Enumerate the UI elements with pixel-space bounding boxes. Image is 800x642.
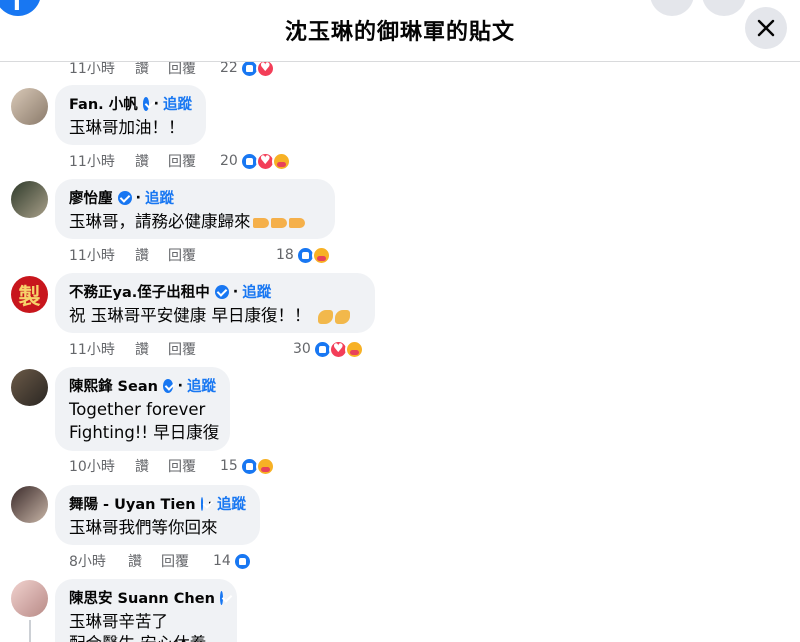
comment-meta: 11小時 讚 回覆 30 [69,339,364,359]
commenter-name[interactable]: 舞陽 - Uyan Tien [69,493,196,514]
reactions[interactable] [312,339,364,359]
comment-text: Fighting!! 早日康復 [69,423,220,442]
flexed-biceps-emoji-icon [334,309,350,324]
like-link[interactable]: 讚 [135,151,168,171]
reply-link[interactable]: 回覆 [168,456,220,476]
close-button[interactable] [745,7,787,49]
post-title: 沈玉琳的御琳軍的貼文 [284,20,515,45]
reply-link[interactable]: 回覆 [161,551,213,571]
comment-bubble: 廖怡塵 · 追蹤 玉琳哥，請務必健康歸來 [55,179,335,239]
reply-thread-line [29,620,31,642]
follow-link[interactable]: 追蹤 [145,187,174,208]
reaction-count[interactable]: 18 [276,247,294,263]
flexed-biceps-emoji-icon [317,309,333,324]
commenter-name[interactable]: 陳熙鋒 Sean [69,375,158,396]
comment-time[interactable]: 11小時 [69,245,135,265]
comment-text: 玉琳哥，請務必健康歸來 [69,211,321,233]
reaction-count[interactable]: 14 [213,553,231,569]
comment-meta: 8小時 讚 回覆 14 [69,551,252,571]
comment-bubble: 陳熙鋒 Sean · 追蹤 Together forever Fighting!… [55,367,230,451]
comment-meta: 11小時 讚 回覆 20 [69,151,291,171]
reactions[interactable] [295,245,331,265]
comment-bubble: 不務正ya.侄子出租中 · 追蹤 祝 玉琳哥平安健康 早日康復！！ [55,273,375,333]
avatar[interactable]: 製 [11,276,48,313]
like-link[interactable]: 讚 [135,339,168,359]
reaction-count[interactable]: 20 [220,153,238,169]
comment-text: 玉琳哥辛苦了 [69,612,168,631]
like-link[interactable]: 讚 [135,245,168,265]
like-reaction-icon [232,551,252,571]
care-reaction-icon [271,151,291,171]
follow-link[interactable]: 追蹤 [242,281,271,302]
pointing-hand-emoji-icon [288,217,305,228]
comment-meta: 10小時 讚 回覆 15 [69,456,275,476]
commenter-name[interactable]: Fan. 小帆 [69,93,138,114]
reply-link[interactable]: 回覆 [168,339,220,359]
commenter-name[interactable]: 不務正ya.侄子出租中 [69,281,210,302]
reaction-count[interactable]: 22 [220,60,238,76]
comment-time[interactable]: 11小時 [69,151,135,171]
verified-badge-icon [200,496,204,511]
care-reaction-icon [311,245,331,265]
reply-link[interactable]: 回覆 [168,245,220,265]
follow-link[interactable]: 追蹤 [187,375,216,396]
reaction-count[interactable]: 30 [293,341,311,357]
like-link[interactable]: 讚 [135,456,168,476]
reactions[interactable] [232,551,252,571]
comment-bubble: 舞陽 - Uyan Tien · 追蹤 玉琳哥我們等你回來 [55,485,260,545]
avatar[interactable] [11,88,48,125]
follow-link[interactable]: 追蹤 [217,493,246,514]
care-reaction-icon [344,339,364,359]
reactions[interactable] [239,151,291,171]
verified-badge-icon [142,96,150,111]
comment-time[interactable]: 11小時 [69,339,135,359]
comment-text: Together forever [69,400,206,419]
pointing-hand-emoji-icon [270,217,287,228]
comment-text: 玉琳哥加油！！ [69,118,185,137]
comment-bubble: Fan. 小帆 · 追蹤 玉琳哥加油！！ [55,85,206,145]
comment-bubble: 陳思安 Suann Chen 玉琳哥辛苦了 配合醫生 安心休養 [55,579,237,642]
commenter-name[interactable]: 陳思安 Suann Chen [69,587,215,608]
verified-badge-icon [214,284,229,299]
verified-badge-icon [117,190,132,205]
comment-text: 祝 玉琳哥平安健康 早日康復！！ [69,305,361,327]
care-reaction-icon [255,456,275,476]
reactions[interactable] [239,456,275,476]
reaction-count[interactable]: 15 [220,458,238,474]
avatar[interactable] [11,580,48,617]
post-header: 沈玉琳的御琳軍的貼文 [0,0,800,62]
pointing-hand-emoji-icon [252,217,269,228]
comment-meta: 11小時 讚 回覆 18 [69,245,331,265]
comment-text: 玉琳哥我們等你回來 [69,518,218,537]
avatar[interactable] [11,369,48,406]
comment-text: 配合醫生 安心休養 [69,633,223,642]
follow-link[interactable]: 追蹤 [163,93,192,114]
reply-link[interactable]: 回覆 [168,151,220,171]
verified-badge-icon [219,590,223,605]
commenter-name[interactable]: 廖怡塵 [69,187,113,208]
comment-time[interactable]: 10小時 [69,456,135,476]
comment-time[interactable]: 8小時 [69,551,128,571]
close-icon [757,19,775,37]
avatar[interactable] [11,181,48,218]
verified-badge-icon [162,378,174,393]
avatar[interactable] [11,486,48,523]
like-link[interactable]: 讚 [128,551,161,571]
